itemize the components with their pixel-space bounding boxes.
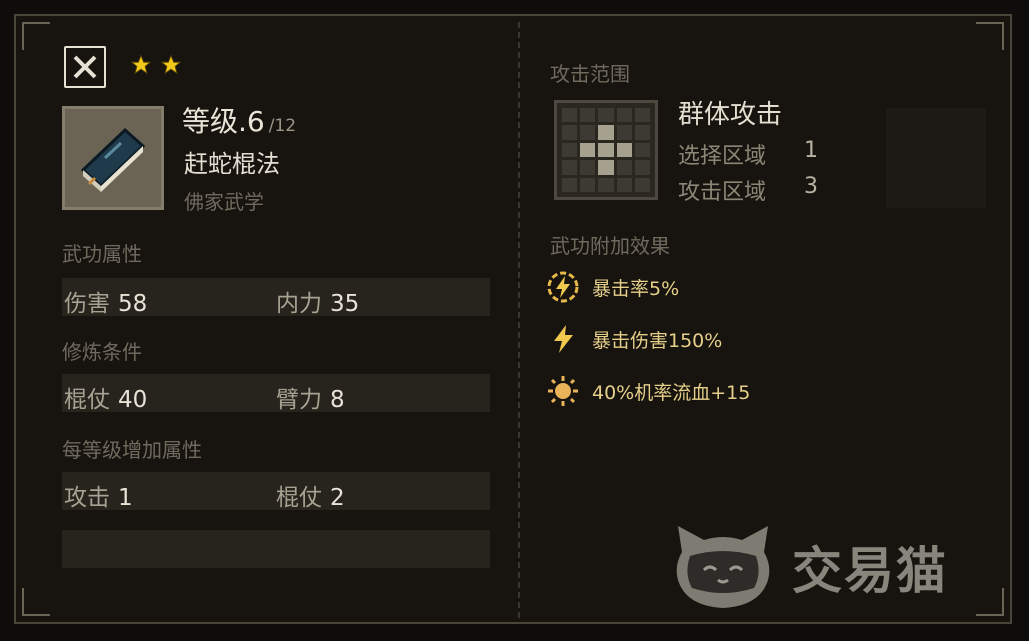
grid-cell — [634, 177, 650, 192]
attack-range-grid — [554, 100, 658, 200]
grid-cell — [616, 108, 632, 123]
empty-row — [62, 530, 490, 568]
grid-cell — [580, 125, 596, 140]
grid-cell-active — [598, 160, 614, 175]
grid-cell — [562, 177, 578, 192]
grid-cell — [634, 142, 650, 158]
frame-corner — [976, 588, 1004, 616]
per-level-attack: 攻击 1 — [64, 485, 133, 511]
grid-cell — [562, 108, 578, 123]
frame-corner — [22, 588, 50, 616]
grid-cell-active — [598, 125, 614, 140]
effect-bleed: 40%机率流血+15 — [546, 374, 750, 408]
skill-level: 等级.6/12 — [182, 105, 297, 138]
star-icon — [130, 54, 152, 75]
grid-cell — [634, 108, 650, 123]
grid-cell — [616, 125, 632, 140]
grid-cell-active — [580, 142, 596, 158]
effect-crit-damage: 暴击伤害150% — [546, 322, 722, 356]
effect-crit-rate: 暴击率5% — [546, 270, 679, 304]
skill-school: 佛家武学 — [184, 190, 264, 214]
stat-inner-power: 内力 35 — [276, 291, 360, 317]
stat-damage: 伤害 58 — [64, 291, 148, 317]
range-title: 攻击范围 — [550, 62, 630, 86]
frame-corner — [976, 22, 1004, 50]
grid-cell — [616, 177, 632, 192]
cat-logo-icon — [676, 526, 770, 608]
close-icon — [73, 55, 97, 79]
per-level-row: 攻击 1 棍仗 2 — [62, 472, 490, 511]
lightning-icon — [554, 325, 573, 353]
star-icon — [160, 54, 182, 75]
grid-cell — [616, 160, 632, 175]
grid-cell — [562, 125, 578, 140]
grid-cell — [580, 160, 596, 175]
sun-burst-icon — [548, 376, 578, 406]
grid-cell — [580, 177, 596, 192]
attack-area: 攻击区域 3 — [678, 174, 818, 205]
lightning-circle-icon — [547, 271, 579, 303]
grid-cell — [598, 108, 614, 123]
background-item-icon — [886, 108, 986, 208]
req-staff: 棍仗 40 — [64, 387, 148, 413]
grid-cell — [562, 142, 578, 158]
skill-book-icon — [62, 106, 164, 210]
watermark: 交易猫 — [668, 522, 948, 612]
range-type: 群体攻击 — [678, 100, 783, 130]
star-rating — [130, 54, 182, 76]
grid-cell — [634, 160, 650, 175]
close-button[interactable] — [64, 46, 106, 88]
grid-cell-active — [598, 142, 614, 158]
grid-cell-active — [616, 142, 632, 158]
attributes-title: 武功属性 — [62, 242, 142, 266]
per-level-title: 每等级增加属性 — [62, 438, 202, 462]
panel-divider — [518, 22, 520, 618]
attributes-row: 伤害 58 内力 35 — [62, 278, 490, 317]
req-strength: 臂力 8 — [276, 387, 345, 413]
effects-title: 武功附加效果 — [550, 234, 670, 258]
requirements-row: 棍仗 40 臂力 8 — [62, 374, 490, 413]
grid-cell — [634, 125, 650, 140]
skill-name: 赶蛇棍法 — [184, 150, 280, 178]
per-level-staff: 棍仗 2 — [276, 485, 345, 511]
frame-corner — [22, 22, 50, 50]
watermark-text: 交易猫 — [792, 542, 948, 600]
grid-cell — [598, 177, 614, 192]
select-area: 选择区域 1 — [678, 138, 818, 169]
grid-cell — [580, 108, 596, 123]
requirements-title: 修炼条件 — [62, 340, 142, 364]
grid-cell — [562, 160, 578, 175]
